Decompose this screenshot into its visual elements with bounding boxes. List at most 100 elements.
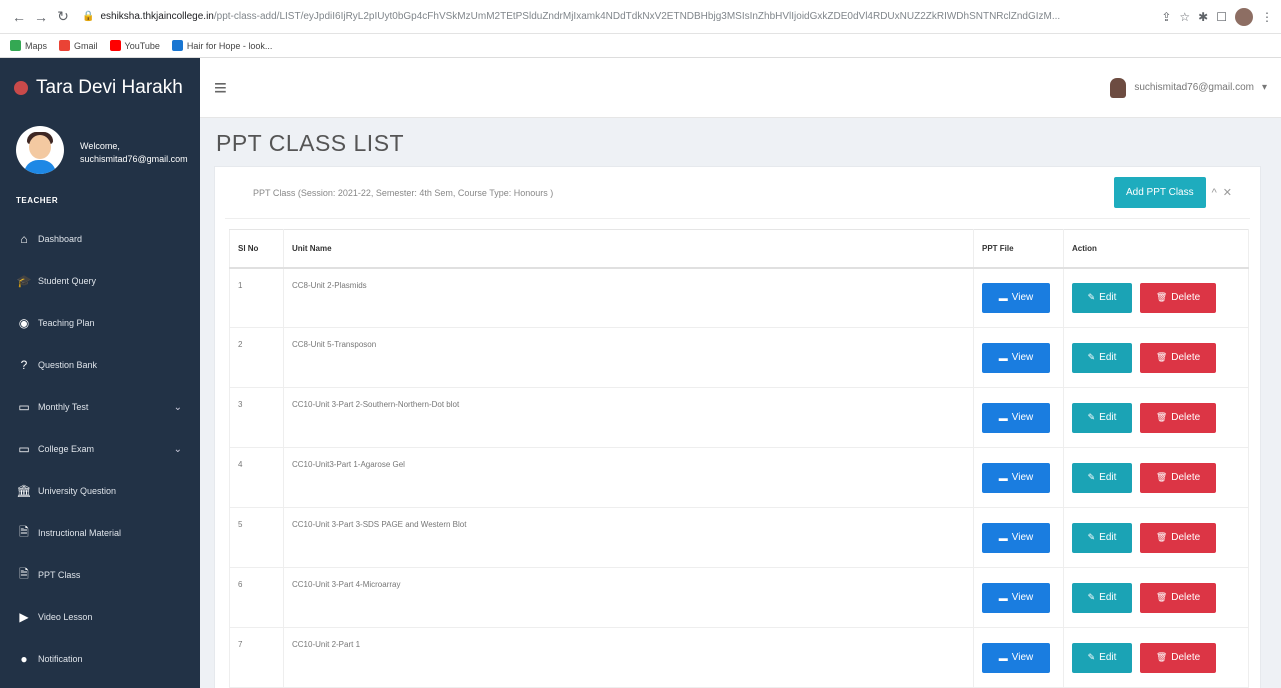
cell-unit-name: CC8-Unit 2-Plasmids (283, 267, 974, 328)
cell-sl-no: 3 (229, 387, 284, 448)
card-caption: PPT Class (Session: 2021-22, Semester: 4… (253, 187, 554, 198)
chevron-down-icon[interactable]: ⌄ (174, 444, 182, 455)
star-icon[interactable]: ☆ (1179, 10, 1190, 24)
cell-action: ✎ Edit 🗑 Delete (1063, 507, 1249, 568)
edit-button[interactable]: ✎ Edit (1072, 342, 1132, 373)
edit-button[interactable]: ✎ Edit (1072, 642, 1132, 673)
edit-label: Edit (1099, 472, 1117, 483)
window-icon[interactable]: ☐ (1216, 10, 1227, 24)
view-label: View (1011, 532, 1034, 543)
table-row: 3 CC10-Unit 3-Part 2-Southern-Northern-Do… (229, 387, 1249, 448)
address-bar[interactable]: 🔒 eshiksha.thkjaincollege.in /ppt-class-… (82, 5, 1153, 29)
sidebar-item-video-lesson[interactable]: ▶ Video Lesson (0, 596, 200, 638)
edit-button[interactable]: ✎ Edit (1072, 522, 1132, 553)
view-button[interactable]: ▬ View (982, 342, 1050, 373)
brand[interactable]: Tara Devi Harakh (0, 58, 200, 118)
edit-label: Edit (1099, 412, 1117, 423)
table-row: 7 CC10-Unit 2-Part 1 ▬ View ✎ Edit 🗑 Delete (229, 627, 1249, 688)
edit-button[interactable]: ✎ Edit (1072, 402, 1132, 433)
edit-button[interactable]: ✎ Edit (1072, 282, 1132, 313)
menu-dots-icon[interactable]: ⋮ (1261, 10, 1273, 24)
share-icon[interactable]: ⇪ (1161, 10, 1171, 24)
reload-icon[interactable]: ↻ (52, 6, 74, 28)
sidebar-item-label: Teaching Plan (38, 318, 95, 328)
delete-button[interactable]: 🗑 Delete (1140, 282, 1216, 313)
view-button[interactable]: ▬ View (982, 582, 1050, 613)
cell-ppt-file: ▬ View (973, 627, 1064, 688)
sidebar-item-label: Dashboard (38, 234, 83, 244)
cell-sl-no: 4 (229, 447, 284, 508)
sidebar-item-ppt-class[interactable]: 🗎 PPT Class (0, 554, 200, 596)
delete-label: Delete (1171, 652, 1201, 663)
close-icon[interactable]: ✕ (1223, 186, 1232, 199)
cell-ppt-file: ▬ View (973, 267, 1064, 328)
bookmark-item[interactable]: Gmail (59, 40, 98, 51)
sidebar-item-monthly-test[interactable]: ▭ Monthly Test ⌄ (0, 386, 200, 428)
view-button[interactable]: ▬ View (982, 462, 1050, 493)
main-content: PPT CLASS LIST PPT Class (Session: 2021-… (200, 118, 1281, 688)
header-ppt-file: PPT File (973, 229, 1064, 269)
edit-button[interactable]: ✎ Edit (1072, 582, 1132, 613)
sidebar-item-dashboard[interactable]: ⌂ Dashboard (0, 218, 200, 260)
folder-icon: ▬ (998, 652, 1008, 663)
hamburger-icon[interactable]: ≡ (214, 75, 227, 101)
cell-ppt-file: ▬ View (973, 507, 1064, 568)
sidebar-item-label: Instructional Material (38, 528, 122, 538)
avatar (16, 126, 64, 174)
view-button[interactable]: ▬ View (982, 282, 1050, 313)
edit-button[interactable]: ✎ Edit (1072, 462, 1132, 493)
sidebar-item-college-exam[interactable]: ▭ College Exam ⌄ (0, 428, 200, 470)
user-menu[interactable]: suchismitad76@gmail.com ▾ (1110, 77, 1267, 98)
back-icon[interactable]: ← (8, 6, 30, 28)
delete-button[interactable]: 🗑 Delete (1140, 582, 1216, 613)
view-button[interactable]: ▬ View (982, 402, 1050, 433)
view-label: View (1011, 352, 1034, 363)
edit-label: Edit (1099, 652, 1117, 663)
bookmark-item[interactable]: Hair for Hope - look... (171, 40, 272, 51)
sidebar-item-instructional-material[interactable]: 🗎 Instructional Material (0, 512, 200, 554)
sidebar-item-teaching-plan[interactable]: ◉ Teaching Plan (0, 302, 200, 344)
view-label: View (1011, 412, 1034, 423)
folder-icon: ▬ (998, 412, 1008, 423)
pencil-icon: ✎ (1087, 352, 1096, 362)
delete-button[interactable]: 🗑 Delete (1140, 522, 1216, 553)
sidebar-item-student-query[interactable]: 🎓 Student Query (0, 260, 200, 302)
cell-sl-no: 7 (229, 627, 284, 688)
delete-label: Delete (1171, 292, 1201, 304)
cell-sl-no: 6 (229, 567, 284, 628)
bookmark-label: YouTube (124, 40, 160, 51)
cell-sl-no: 5 (229, 507, 284, 568)
delete-button[interactable]: 🗑 Delete (1140, 402, 1216, 433)
view-button[interactable]: ▬ View (982, 522, 1050, 553)
sidebar-item-label: Student Query (38, 276, 97, 286)
chevron-down-icon[interactable]: ⌄ (174, 402, 182, 413)
sidebar-item-label: Video Lesson (38, 612, 93, 622)
sidebar: Welcome, suchismitad76@gmail.com TEACHER… (0, 118, 200, 688)
extensions-icon[interactable]: ✱ (1198, 10, 1208, 24)
forward-icon[interactable]: → (30, 6, 52, 28)
delete-button[interactable]: 🗑 Delete (1140, 642, 1216, 673)
bookmark-icon (59, 40, 71, 51)
sidebar-item-notification[interactable]: ● Notification (0, 638, 200, 680)
bank-icon: 🏛 (16, 484, 32, 498)
sidebar-item-university-question[interactable]: 🏛 University Question (0, 470, 200, 512)
bookmark-item[interactable]: YouTube (109, 40, 160, 51)
view-button[interactable]: ▬ View (982, 642, 1050, 673)
delete-button[interactable]: 🗑 Delete (1140, 342, 1216, 373)
bookmark-item[interactable]: Maps (10, 40, 47, 51)
delete-button[interactable]: 🗑 Delete (1140, 462, 1216, 493)
caret-down-icon: ▾ (1261, 82, 1267, 93)
cell-unit-name: CC8-Unit 5-Transposon (283, 327, 974, 388)
add-ppt-class-button[interactable]: Add PPT Class (1113, 177, 1206, 208)
user-role: TEACHER (16, 196, 59, 205)
question-icon: ? (20, 358, 28, 372)
collapse-icon[interactable]: ^ (1212, 187, 1217, 199)
sidebar-item-question-bank[interactable]: ? Question Bank (0, 344, 200, 386)
trash-icon: 🗑 (1155, 352, 1168, 362)
profile-icon[interactable] (1235, 7, 1253, 26)
sidebar-item-label: Monthly Test (38, 402, 89, 412)
ppt-class-table: Sl No Unit Name PPT File Action 1 CC8-Uni… (229, 229, 1249, 688)
folder-icon: ▬ (998, 472, 1008, 483)
sidebar-item-label: PPT Class (38, 570, 81, 580)
pencil-icon: ✎ (1087, 652, 1096, 662)
